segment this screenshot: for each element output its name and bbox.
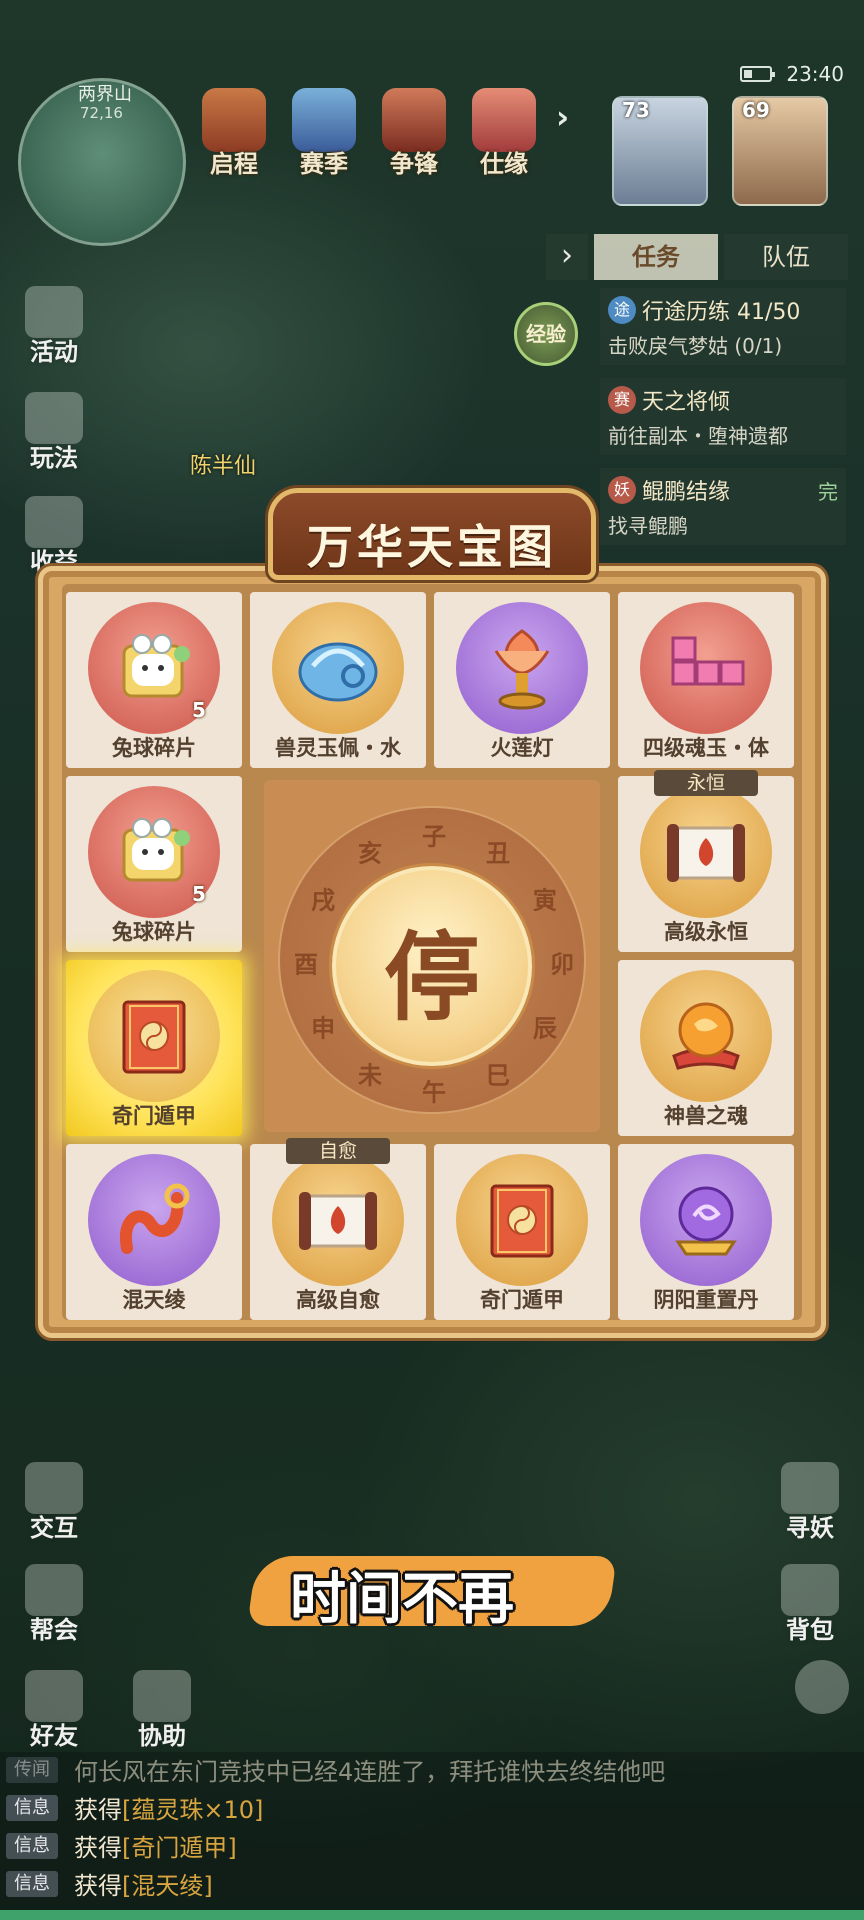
assist-button[interactable]: 协助 <box>122 1670 202 1751</box>
dial-char: 丑 <box>486 839 510 868</box>
puzzle-piece-icon <box>122 634 190 698</box>
prize-cell: 四级魂玉・体 <box>618 592 794 768</box>
quest-item[interactable]: 途行途历练 41/50 击败戾气梦姑 (0/1) <box>600 288 846 365</box>
prize-cell: 兽灵玉佩・水 <box>250 592 426 768</box>
stop-button[interactable]: 停 <box>332 866 532 1066</box>
dial-char: 子 <box>422 822 446 851</box>
spinner-pad: 子丑寅卯辰巳午 未申 酉 戌亥 停 <box>264 780 600 1132</box>
interact-icon <box>25 1462 83 1514</box>
npc-name[interactable]: 陈半仙 <box>190 448 256 480</box>
skill-scroll-icon <box>299 1192 377 1250</box>
season-icon <box>292 88 356 152</box>
top-menu-season[interactable]: 赛季 <box>284 88 364 179</box>
gameplay-button[interactable]: 玩法 <box>14 392 94 473</box>
guild-button[interactable]: 帮会 <box>14 1564 94 1645</box>
dial-char: 辰 <box>532 1014 557 1043</box>
prize-cell: 神兽之魂 <box>618 960 794 1136</box>
dial-char: 未 <box>358 1061 382 1090</box>
interact-button[interactable]: 交互 <box>14 1462 94 1543</box>
board-title: 万华天宝图 <box>307 520 557 574</box>
flag-icon <box>25 392 83 444</box>
prize-cell: 阴阳重置丹 <box>618 1144 794 1320</box>
skill-book-icon <box>490 1184 554 1258</box>
scroll-icon <box>202 88 266 152</box>
dial-char: 巳 <box>486 1061 510 1090</box>
status-bar: 23:40 <box>740 62 844 86</box>
top-menu-battle[interactable]: 争锋 <box>374 88 454 179</box>
jade-pendant-icon <box>298 642 378 702</box>
guild-icon <box>25 1564 83 1616</box>
battle-icon <box>382 88 446 152</box>
dial-char: 酉 <box>294 950 318 979</box>
beast-soul-orb-icon <box>672 1002 740 1070</box>
prize-cell-selected: 奇门遁甲 <box>66 960 242 1136</box>
dial-char: 申 <box>311 1014 336 1043</box>
puzzle-piece-icon <box>122 818 190 882</box>
exp-bubble[interactable]: 经验 <box>514 302 578 366</box>
clock: 23:40 <box>786 62 844 86</box>
chat-line: 传闻 何长风在东门竞技中已经4连胜了，拜托谁快去终结他吧 <box>6 1752 665 1787</box>
career-icon <box>472 88 536 152</box>
lotus-lamp-icon <box>494 629 550 710</box>
item-tag: 自愈 <box>286 1138 390 1164</box>
gift-icon <box>25 286 83 338</box>
tab-team[interactable]: 队伍 <box>724 234 848 280</box>
prize-cell: 5 兔球碎片 <box>66 776 242 952</box>
map-name: 两界山 <box>78 84 132 105</box>
board-title-plate: 万华天宝图 <box>268 488 596 580</box>
dial-char: 亥 <box>358 839 382 868</box>
prize-cell: 自愈 高级自愈 <box>250 1138 426 1320</box>
friends-button[interactable]: 好友 <box>14 1670 94 1751</box>
dial-char: 寅 <box>532 886 557 915</box>
battery-icon <box>740 66 776 82</box>
prize-cell: 火莲灯 <box>434 592 610 768</box>
pet-portrait[interactable]: 73 <box>612 96 708 206</box>
chat-line: 信息 获得[混天绫] <box>6 1866 213 1901</box>
prize-cell: 混天绫 <box>66 1144 242 1320</box>
pill-orb-icon <box>675 1186 737 1256</box>
settings-flower-button[interactable] <box>782 1660 862 1714</box>
prize-cell: 5 兔球碎片 <box>66 592 242 768</box>
chat-panel[interactable]: 传闻 何长风在东门竞技中已经4连胜了，拜托谁快去终结他吧 信息 获得[蕴灵珠×1… <box>0 1752 864 1912</box>
sash-icon <box>119 1183 190 1254</box>
activity-button[interactable]: 活动 <box>14 286 94 367</box>
dial-char: 卯 <box>550 950 574 979</box>
skill-scroll-icon <box>667 824 745 882</box>
fox-icon <box>781 1462 839 1514</box>
flower-icon <box>795 1660 849 1714</box>
subtitle-text: 时间不再 <box>290 1567 514 1632</box>
friends-icon <box>25 1670 83 1722</box>
bottom-bar <box>0 1910 864 1920</box>
prize-cell: 奇门遁甲 <box>434 1144 610 1320</box>
character-portrait[interactable]: 69 <box>732 96 828 206</box>
bag-icon <box>781 1564 839 1616</box>
item-tag: 永恒 <box>654 770 758 796</box>
soul-jade-icon <box>671 636 745 686</box>
chat-line: 信息 获得[蕴灵珠×10] <box>6 1790 263 1825</box>
seek-yao-button[interactable]: 寻妖 <box>770 1462 850 1543</box>
bag-button[interactable]: 背包 <box>770 1564 850 1645</box>
tab-tasks[interactable]: 任务 <box>594 234 718 280</box>
quest-item[interactable]: 赛天之将倾 前往副本・堕神遗都 <box>600 378 846 455</box>
map-coordinates: 72,16 <box>80 104 123 122</box>
dial-char: 戌 <box>311 886 336 915</box>
skill-book-icon <box>122 1000 186 1074</box>
handshake-icon <box>133 1670 191 1722</box>
dial-char: 午 <box>422 1078 446 1107</box>
top-menu-career[interactable]: 仕缘 <box>464 88 544 179</box>
collapse-arrow-icon[interactable]: › <box>546 234 588 280</box>
expand-menu-arrow-icon[interactable]: › <box>556 98 569 136</box>
top-menu-qicheng[interactable]: 启程 <box>194 88 274 179</box>
chat-line: 信息 获得[奇门遁甲] <box>6 1828 237 1863</box>
prize-cell: 永恒 高级永恒 <box>618 770 794 952</box>
quest-tabs: › 任务 队伍 <box>546 234 848 280</box>
